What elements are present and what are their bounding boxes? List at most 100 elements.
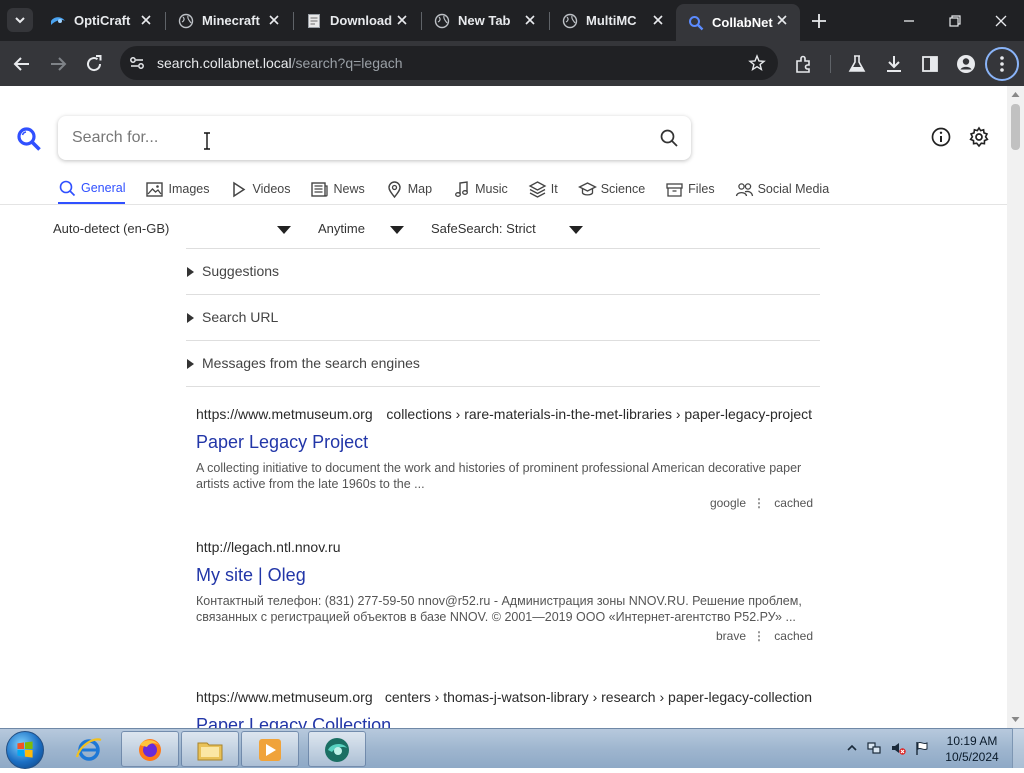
result-title-link[interactable]: Paper Legacy Project bbox=[196, 432, 816, 453]
tab-download[interactable]: Download bbox=[294, 4, 420, 37]
taskbar-firefox[interactable] bbox=[121, 731, 179, 767]
search-url-toggle[interactable]: Search URL bbox=[186, 295, 820, 341]
cached-link[interactable]: cached bbox=[774, 629, 813, 643]
search-input[interactable] bbox=[72, 126, 632, 150]
download-icon[interactable] bbox=[882, 52, 906, 76]
close-icon[interactable] bbox=[138, 12, 154, 28]
tab-opticraft[interactable]: OptiCraft bbox=[38, 4, 164, 37]
info-icon[interactable] bbox=[930, 126, 952, 148]
result-host: https://www.metmuseum.org bbox=[196, 406, 377, 422]
result-snippet: A collecting initiative to document the … bbox=[196, 461, 802, 491]
address-url: search.collabnet.local/search?q=legach bbox=[157, 55, 403, 71]
engine-messages-toggle[interactable]: Messages from the search engines bbox=[186, 341, 820, 387]
close-icon[interactable] bbox=[266, 12, 282, 28]
tab-videos[interactable]: Videos bbox=[229, 176, 290, 202]
tab-it[interactable]: It bbox=[528, 176, 558, 202]
taskbar-internet-explorer[interactable] bbox=[61, 731, 119, 767]
result-title-link[interactable]: My site | Oleg bbox=[196, 565, 816, 586]
suggestions-toggle[interactable]: Suggestions bbox=[186, 249, 820, 295]
search-logo-icon[interactable] bbox=[16, 126, 42, 152]
close-icon[interactable] bbox=[394, 12, 410, 28]
close-icon[interactable] bbox=[774, 12, 790, 28]
close-icon[interactable] bbox=[522, 12, 538, 28]
close-window-icon[interactable] bbox=[990, 10, 1012, 32]
tab-news[interactable]: News bbox=[310, 176, 365, 202]
scroll-down-icon[interactable] bbox=[1011, 715, 1020, 724]
result-breadcrumbs: centers › thomas-j-watson-library › rese… bbox=[384, 689, 812, 705]
volume-muted-icon[interactable] bbox=[890, 740, 906, 756]
result-meta: brave ⋮ cached bbox=[196, 629, 816, 645]
side-panel-icon[interactable] bbox=[918, 52, 942, 76]
tab-title: Minecraft bbox=[202, 13, 260, 28]
tab-science[interactable]: Science bbox=[577, 176, 645, 202]
toolbar-divider bbox=[830, 55, 831, 73]
section-label: Messages from the search engines bbox=[202, 355, 420, 371]
internet-explorer-icon bbox=[75, 738, 102, 761]
tab-general[interactable]: General bbox=[58, 176, 126, 204]
result-url[interactable]: https://www.metmuseum.org centers › thom… bbox=[196, 689, 816, 707]
tab-new-tab[interactable]: New Tab bbox=[422, 4, 548, 37]
cached-link[interactable]: cached bbox=[774, 496, 813, 510]
url-path: /search?q=legach bbox=[291, 55, 403, 71]
collabnet-browser-icon bbox=[325, 738, 349, 762]
tab-files[interactable]: Files bbox=[665, 176, 715, 202]
network-icon[interactable] bbox=[866, 740, 882, 756]
new-tab-icon[interactable] bbox=[808, 10, 830, 32]
extensions-icon[interactable] bbox=[792, 52, 816, 76]
safesearch-dropdown-arrow[interactable] bbox=[569, 226, 583, 234]
site-settings-icon[interactable] bbox=[128, 54, 146, 72]
show-hidden-icons-icon[interactable] bbox=[844, 740, 860, 756]
taskbar-file-explorer[interactable] bbox=[181, 731, 239, 767]
graduation-cap-icon bbox=[577, 181, 597, 196]
globe-icon bbox=[562, 13, 578, 28]
separator-dots-icon: ⋮ bbox=[753, 629, 765, 643]
reload-icon[interactable] bbox=[82, 52, 106, 76]
close-icon[interactable] bbox=[650, 12, 666, 28]
bookmark-star-icon[interactable] bbox=[748, 54, 766, 72]
tab-map[interactable]: Map bbox=[385, 176, 432, 202]
show-desktop-button[interactable] bbox=[1012, 728, 1024, 768]
tab-images[interactable]: Images bbox=[145, 176, 209, 202]
restore-icon[interactable] bbox=[944, 10, 966, 32]
search-icon[interactable] bbox=[659, 128, 679, 148]
time-range-select[interactable]: Anytime bbox=[318, 221, 365, 241]
category-tabs: General Images Videos News Map Music It … bbox=[58, 176, 849, 204]
taskbar-media-player[interactable] bbox=[241, 731, 299, 767]
page-scrollbar[interactable] bbox=[1007, 86, 1024, 728]
tab-minecraft[interactable]: Minecraft bbox=[166, 4, 292, 37]
people-icon bbox=[735, 182, 753, 196]
safesearch-select[interactable]: SafeSearch: Strict bbox=[431, 221, 536, 241]
tab-collabnet[interactable]: CollabNet bbox=[676, 4, 800, 41]
tab-search-button[interactable] bbox=[7, 8, 33, 32]
settings-gear-icon[interactable] bbox=[968, 126, 990, 148]
separator-dots-icon: ⋮ bbox=[753, 496, 765, 510]
language-dropdown-arrow[interactable] bbox=[277, 226, 291, 234]
taskbar-collabnet-browser[interactable] bbox=[308, 731, 366, 767]
scrollbar-thumb[interactable] bbox=[1011, 104, 1020, 150]
action-center-flag-icon[interactable] bbox=[914, 740, 930, 756]
tab-title: MultiMC bbox=[586, 13, 637, 28]
search-box bbox=[58, 116, 691, 160]
language-select[interactable]: Auto-detect (en-GB) bbox=[53, 221, 169, 241]
tab-label: News bbox=[333, 182, 365, 196]
result-url[interactable]: https://www.metmuseum.org collections › … bbox=[196, 406, 816, 424]
back-icon[interactable] bbox=[10, 52, 34, 76]
time-dropdown-arrow[interactable] bbox=[390, 226, 404, 234]
tab-music[interactable]: Music bbox=[452, 176, 508, 202]
labs-flask-icon[interactable] bbox=[845, 52, 869, 76]
result-engine: google bbox=[709, 496, 746, 510]
system-clock[interactable]: 10:19 AM 10/5/2024 bbox=[940, 733, 1004, 765]
result-url[interactable]: http://legach.ntl.nnov.ru bbox=[196, 539, 816, 557]
tab-social-media[interactable]: Social Media bbox=[735, 176, 829, 202]
tab-label: It bbox=[550, 182, 558, 196]
result-host: https://www.metmuseum.org bbox=[196, 689, 377, 705]
scroll-up-icon[interactable] bbox=[1011, 90, 1020, 99]
start-button[interactable] bbox=[6, 731, 44, 769]
tab-title: OptiCraft bbox=[74, 13, 131, 28]
search-icon bbox=[59, 180, 76, 196]
minimize-icon[interactable] bbox=[898, 10, 920, 32]
tab-multimc[interactable]: MultiMC bbox=[550, 4, 676, 37]
forward-icon[interactable] bbox=[46, 52, 70, 76]
profile-avatar-icon[interactable] bbox=[954, 52, 978, 76]
address-bar[interactable]: search.collabnet.local/search?q=legach bbox=[120, 46, 778, 80]
